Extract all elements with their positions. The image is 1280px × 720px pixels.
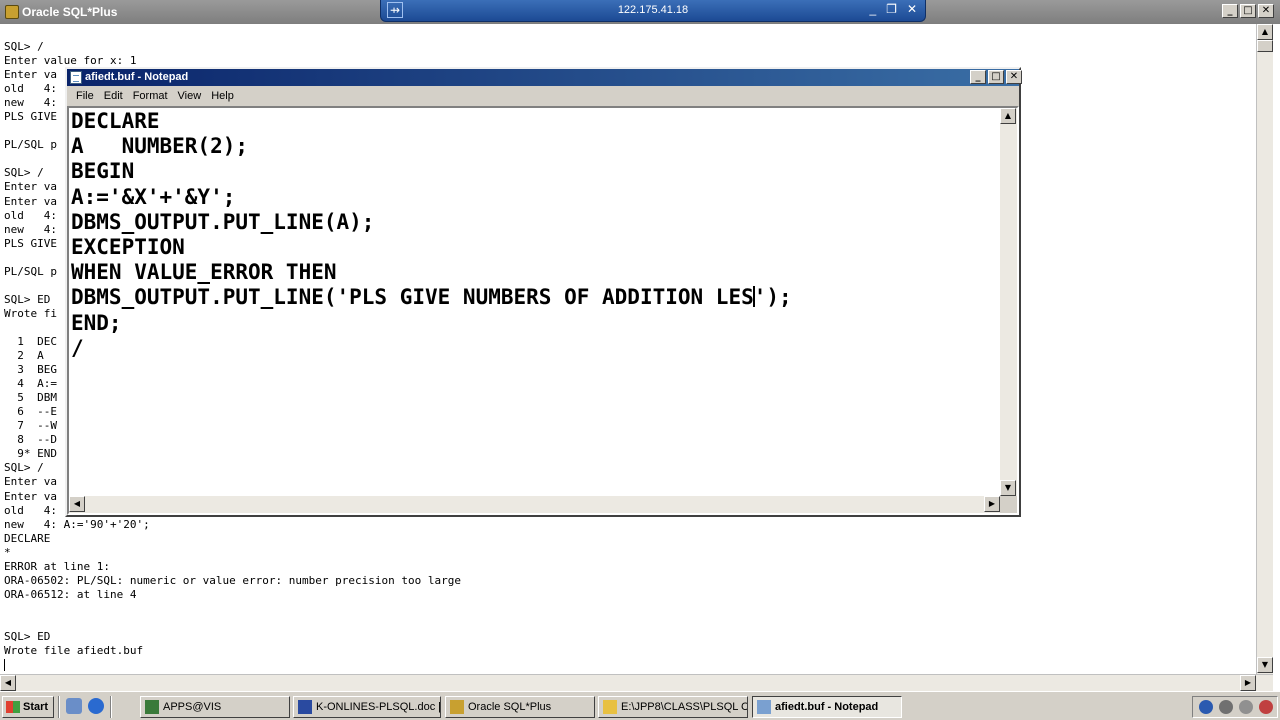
- console-line: SQL> /: [4, 40, 44, 53]
- notepad-icon: [70, 71, 82, 84]
- help-icon[interactable]: [1199, 700, 1213, 714]
- task-oracle-sqlplus[interactable]: Oracle SQL*Plus: [445, 696, 595, 718]
- sqlplus-window-controls: _ □ ✕: [1222, 4, 1274, 18]
- task-label: APPS@VIS: [163, 701, 222, 713]
- minimize-button[interactable]: _: [1222, 4, 1238, 18]
- task-label: Oracle SQL*Plus: [468, 701, 552, 713]
- remote-restore-button[interactable]: ❐: [886, 2, 897, 16]
- internet-explorer-icon[interactable]: [88, 698, 104, 714]
- task-apps-vis[interactable]: APPS@VIS: [140, 696, 290, 718]
- close-button[interactable]: ✕: [1258, 4, 1274, 18]
- notepad-scroll-down-button[interactable]: ▼: [1000, 480, 1016, 496]
- notepad-window-controls: _ □ ✕: [970, 70, 1022, 84]
- remote-desktop-bar[interactable]: ⇸ 122.175.41.18 _ ❐ ✕: [380, 0, 926, 22]
- notepad-editor[interactable]: DECLARE A NUMBER(2); BEGIN A:='&X'+'&Y';…: [67, 106, 1019, 515]
- system-tray: [1192, 696, 1278, 718]
- remote-bar-controls: _ ❐ ✕: [869, 2, 917, 16]
- task-label: afiedt.buf - Notepad: [775, 701, 879, 713]
- sqlplus-icon: [450, 700, 464, 714]
- windows-flag-icon: [6, 701, 20, 713]
- menu-format[interactable]: Format: [128, 87, 173, 105]
- taskbar: Start APPS@VIS K-ONLINES-PLSQL.doc [... …: [0, 691, 1280, 720]
- notepad-scroll-up-button[interactable]: ▲: [1000, 108, 1016, 124]
- notepad-window[interactable]: afiedt.buf - Notepad _ □ ✕ File Edit For…: [65, 67, 1022, 517]
- menu-file[interactable]: File: [71, 87, 99, 105]
- scroll-right-button[interactable]: ▶: [1240, 675, 1256, 691]
- notepad-size-grip[interactable]: [1000, 496, 1017, 513]
- network-icon[interactable]: [1219, 700, 1233, 714]
- console-line: ERROR at line 1:: [4, 559, 110, 573]
- task-explorer-folder[interactable]: E:\JPP8\CLASS\PLSQL Cl...: [598, 696, 748, 718]
- notepad-text-area[interactable]: DECLARE A NUMBER(2); BEGIN A:='&X'+'&Y';…: [71, 109, 1001, 499]
- remote-minimize-button[interactable]: _: [869, 2, 876, 16]
- console-line: ORA-06512: at line 4: [4, 587, 137, 601]
- sqlplus-app-icon: [5, 5, 19, 19]
- scroll-up-button[interactable]: ▲: [1257, 24, 1273, 40]
- console-line: Wrote file afiedt.buf: [4, 644, 144, 658]
- task-label: E:\JPP8\CLASS\PLSQL Cl...: [621, 701, 748, 713]
- notepad-titlebar[interactable]: afiedt.buf - Notepad _ □ ✕: [67, 69, 1022, 86]
- console-vertical-scrollbar[interactable]: ▲ ▼: [1256, 24, 1273, 674]
- console-line: SQL> ED: [4, 629, 51, 643]
- remote-close-button[interactable]: ✕: [907, 2, 917, 16]
- notepad-scroll-left-button[interactable]: ◀: [69, 496, 85, 512]
- start-button[interactable]: Start: [2, 696, 54, 718]
- notepad-scroll-right-button[interactable]: ▶: [984, 496, 1000, 512]
- sqlplus-icon: [145, 700, 159, 714]
- console-horizontal-scrollbar[interactable]: ◀ ▶: [0, 674, 1273, 691]
- console-line: ORA-06502: PL/SQL: numeric or value erro…: [4, 573, 461, 587]
- menu-help[interactable]: Help: [206, 87, 239, 105]
- notepad-close-button[interactable]: ✕: [1006, 70, 1022, 84]
- sqlplus-title: Oracle SQL*Plus: [22, 5, 118, 19]
- scroll-left-button[interactable]: ◀: [0, 675, 16, 691]
- taskbar-separator: [58, 696, 60, 718]
- scroll-thumb[interactable]: [1257, 40, 1273, 52]
- notepad-menubar: File Edit Format View Help: [67, 87, 1019, 105]
- console-line: DECLARE: [4, 531, 51, 545]
- task-notepad[interactable]: afiedt.buf - Notepad: [752, 696, 902, 718]
- maximize-button[interactable]: □: [1240, 4, 1256, 18]
- console-line: Enter value for x: 1: [4, 54, 137, 68]
- notepad-minimize-button[interactable]: _: [970, 70, 986, 84]
- menu-view[interactable]: View: [173, 87, 207, 105]
- menu-edit[interactable]: Edit: [99, 87, 128, 105]
- notepad-title: afiedt.buf - Notepad: [85, 71, 189, 83]
- console-line: new 4: A:='90'+'20';: [4, 517, 150, 531]
- word-icon: [298, 700, 312, 714]
- scroll-down-button[interactable]: ▼: [1257, 657, 1273, 673]
- task-word-doc[interactable]: K-ONLINES-PLSQL.doc [...: [293, 696, 441, 718]
- start-label: Start: [23, 701, 49, 713]
- show-desktop-icon[interactable]: [66, 698, 82, 714]
- notepad-icon: [757, 700, 771, 714]
- folder-icon: [603, 700, 617, 714]
- notepad-maximize-button[interactable]: □: [988, 70, 1004, 84]
- volume-icon[interactable]: [1239, 700, 1253, 714]
- console-line: *: [4, 545, 11, 559]
- security-icon[interactable]: [1259, 700, 1273, 714]
- task-label: K-ONLINES-PLSQL.doc [...: [316, 701, 441, 713]
- notepad-horizontal-scrollbar[interactable]: ◀ ▶: [69, 496, 1000, 513]
- notepad-vertical-scrollbar[interactable]: ▲ ▼: [1000, 108, 1017, 496]
- code-before-caret: DECLARE A NUMBER(2); BEGIN A:='&X'+'&Y';…: [71, 109, 754, 310]
- taskbar-separator: [110, 696, 112, 718]
- remote-host-ip: 122.175.41.18: [617, 4, 689, 16]
- console-cursor: [4, 658, 1254, 672]
